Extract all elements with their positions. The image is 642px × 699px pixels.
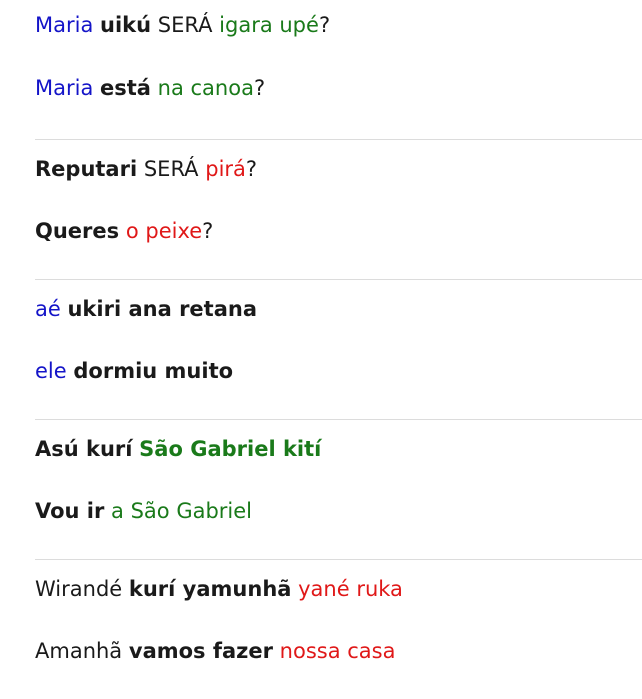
sentence-segment: São Gabriel kití: [139, 437, 322, 461]
sentence-segment: o peixe: [125, 219, 203, 243]
example-block: Asú kurí São Gabriel kití Vou ir a São G…: [35, 419, 642, 559]
sentence-segment: ?: [245, 157, 258, 181]
sentence-segment: igara upé: [219, 13, 319, 37]
sentence-segment: vamos fazer: [128, 639, 273, 663]
translation-sentence: Maria está na canoa?: [35, 73, 265, 103]
sentence-segment: [122, 639, 129, 663]
sentence-segment: Vou ir: [35, 499, 105, 523]
sentence-segment: Queres: [35, 219, 120, 243]
sentence-segment: pirá: [205, 157, 246, 181]
sentence-segment: Wirandé: [35, 577, 123, 601]
sentence-segment: ?: [202, 219, 214, 243]
sentence-segment: Amanhã: [35, 639, 123, 663]
example-block: Reputari SERÁ pirá? Queres o peixe?: [35, 139, 642, 279]
sentence-segment: yané ruka: [298, 577, 403, 601]
sentence-segment: [273, 639, 280, 663]
sentence-segment: Reputari: [35, 157, 138, 181]
sentence-segment: está: [100, 76, 151, 100]
example-block: Maria uikú SERÁ igara upé? Maria está na…: [35, 0, 642, 139]
source-sentence: aé ukiri ana retana: [35, 294, 257, 324]
sentence-segment: [119, 219, 126, 243]
source-sentence: Asú kurí São Gabriel kití: [35, 434, 321, 464]
sentence-segment: na canoa: [157, 76, 254, 100]
sentence-segment: [93, 76, 100, 100]
example-block: aé ukiri ana retana ele dormiu muito: [35, 279, 642, 419]
source-sentence: Wirandé kurí yamunhã yané ruka: [35, 574, 403, 604]
example-block: Wirandé kurí yamunhã yané ruka Amanhã va…: [35, 559, 642, 699]
example-list: Maria uikú SERÁ igara upé? Maria está na…: [35, 0, 642, 699]
sentence-segment: [151, 76, 158, 100]
sentence-segment: [122, 577, 129, 601]
translation-sentence: Amanhã vamos fazer nossa casa: [35, 636, 395, 666]
translation-sentence: Queres o peixe?: [35, 216, 213, 246]
sentence-segment: Asú kurí: [35, 437, 133, 461]
sentence-segment: kurí yamunhã: [128, 577, 292, 601]
sentence-segment: Maria: [35, 13, 94, 37]
sentence-segment: SERÁ: [137, 157, 206, 181]
source-sentence: Reputari SERÁ pirá?: [35, 154, 257, 184]
sentence-segment: ele: [35, 359, 67, 383]
sentence-segment: Maria: [35, 76, 94, 100]
sentence-segment: [93, 13, 100, 37]
sentence-segment: dormiu muito: [73, 359, 234, 383]
sentence-segment: SERÁ: [151, 13, 220, 37]
sentence-segment: ukiri ana retana: [67, 297, 257, 321]
sentence-segment: nossa casa: [279, 639, 396, 663]
sentence-segment: a São Gabriel: [111, 499, 253, 523]
sentence-segment: ?: [253, 76, 266, 100]
sentence-segment: aé: [35, 297, 61, 321]
sentence-segment: ?: [318, 13, 331, 37]
translation-sentence: Vou ir a São Gabriel: [35, 496, 252, 526]
source-sentence: Maria uikú SERÁ igara upé?: [35, 10, 330, 40]
translation-sentence: ele dormiu muito: [35, 356, 233, 386]
sentence-segment: uikú: [100, 13, 152, 37]
